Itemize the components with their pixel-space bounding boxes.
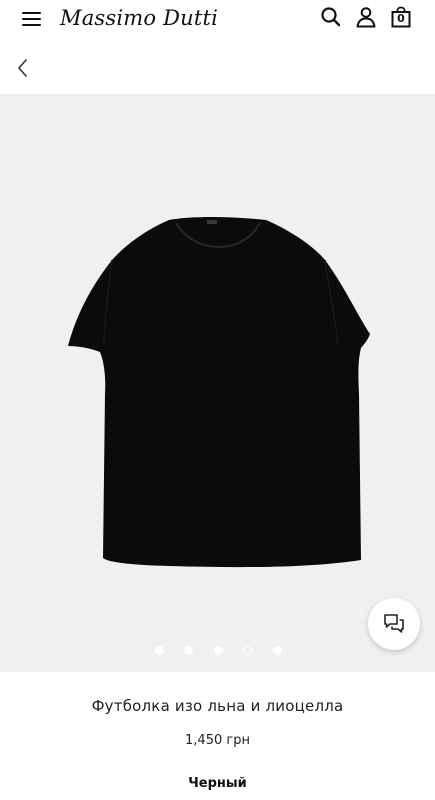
chevron-left-icon xyxy=(18,59,27,77)
product-name: Футболка изо льна и лиоцелла xyxy=(91,697,344,715)
gallery-dot[interactable] xyxy=(155,646,164,655)
search-icon xyxy=(321,7,341,27)
chat-bubbles-icon xyxy=(384,614,404,633)
product-price: 1,450 грн xyxy=(185,733,250,748)
menu-button[interactable] xyxy=(22,10,42,28)
product-color-label[interactable]: Черный xyxy=(0,775,435,793)
account-button[interactable] xyxy=(355,6,377,28)
product-image-gallery[interactable] xyxy=(0,94,435,672)
back-button[interactable] xyxy=(12,57,34,79)
user-icon xyxy=(356,7,376,28)
bag-count-badge: 0 xyxy=(397,12,405,25)
gallery-dot-active[interactable] xyxy=(243,646,252,655)
menu-icon-bar xyxy=(22,12,41,14)
shopping-bag-button[interactable]: 0 xyxy=(390,6,412,28)
top-header: Massimo Dutti 0 xyxy=(0,0,435,38)
brand-logo[interactable]: Massimo Dutti xyxy=(60,3,218,33)
gallery-pagination xyxy=(0,645,435,657)
search-button[interactable] xyxy=(320,6,342,28)
gallery-dot[interactable] xyxy=(273,646,282,655)
menu-icon-bar xyxy=(22,24,41,26)
product-image xyxy=(68,217,370,568)
menu-icon-bar xyxy=(22,18,41,20)
gallery-dot[interactable] xyxy=(184,646,193,655)
product-page: Massimo Dutti 0 Футболка изо льна и лиоц… xyxy=(0,0,435,800)
chat-button[interactable] xyxy=(368,598,420,650)
gallery-dot[interactable] xyxy=(214,646,223,655)
